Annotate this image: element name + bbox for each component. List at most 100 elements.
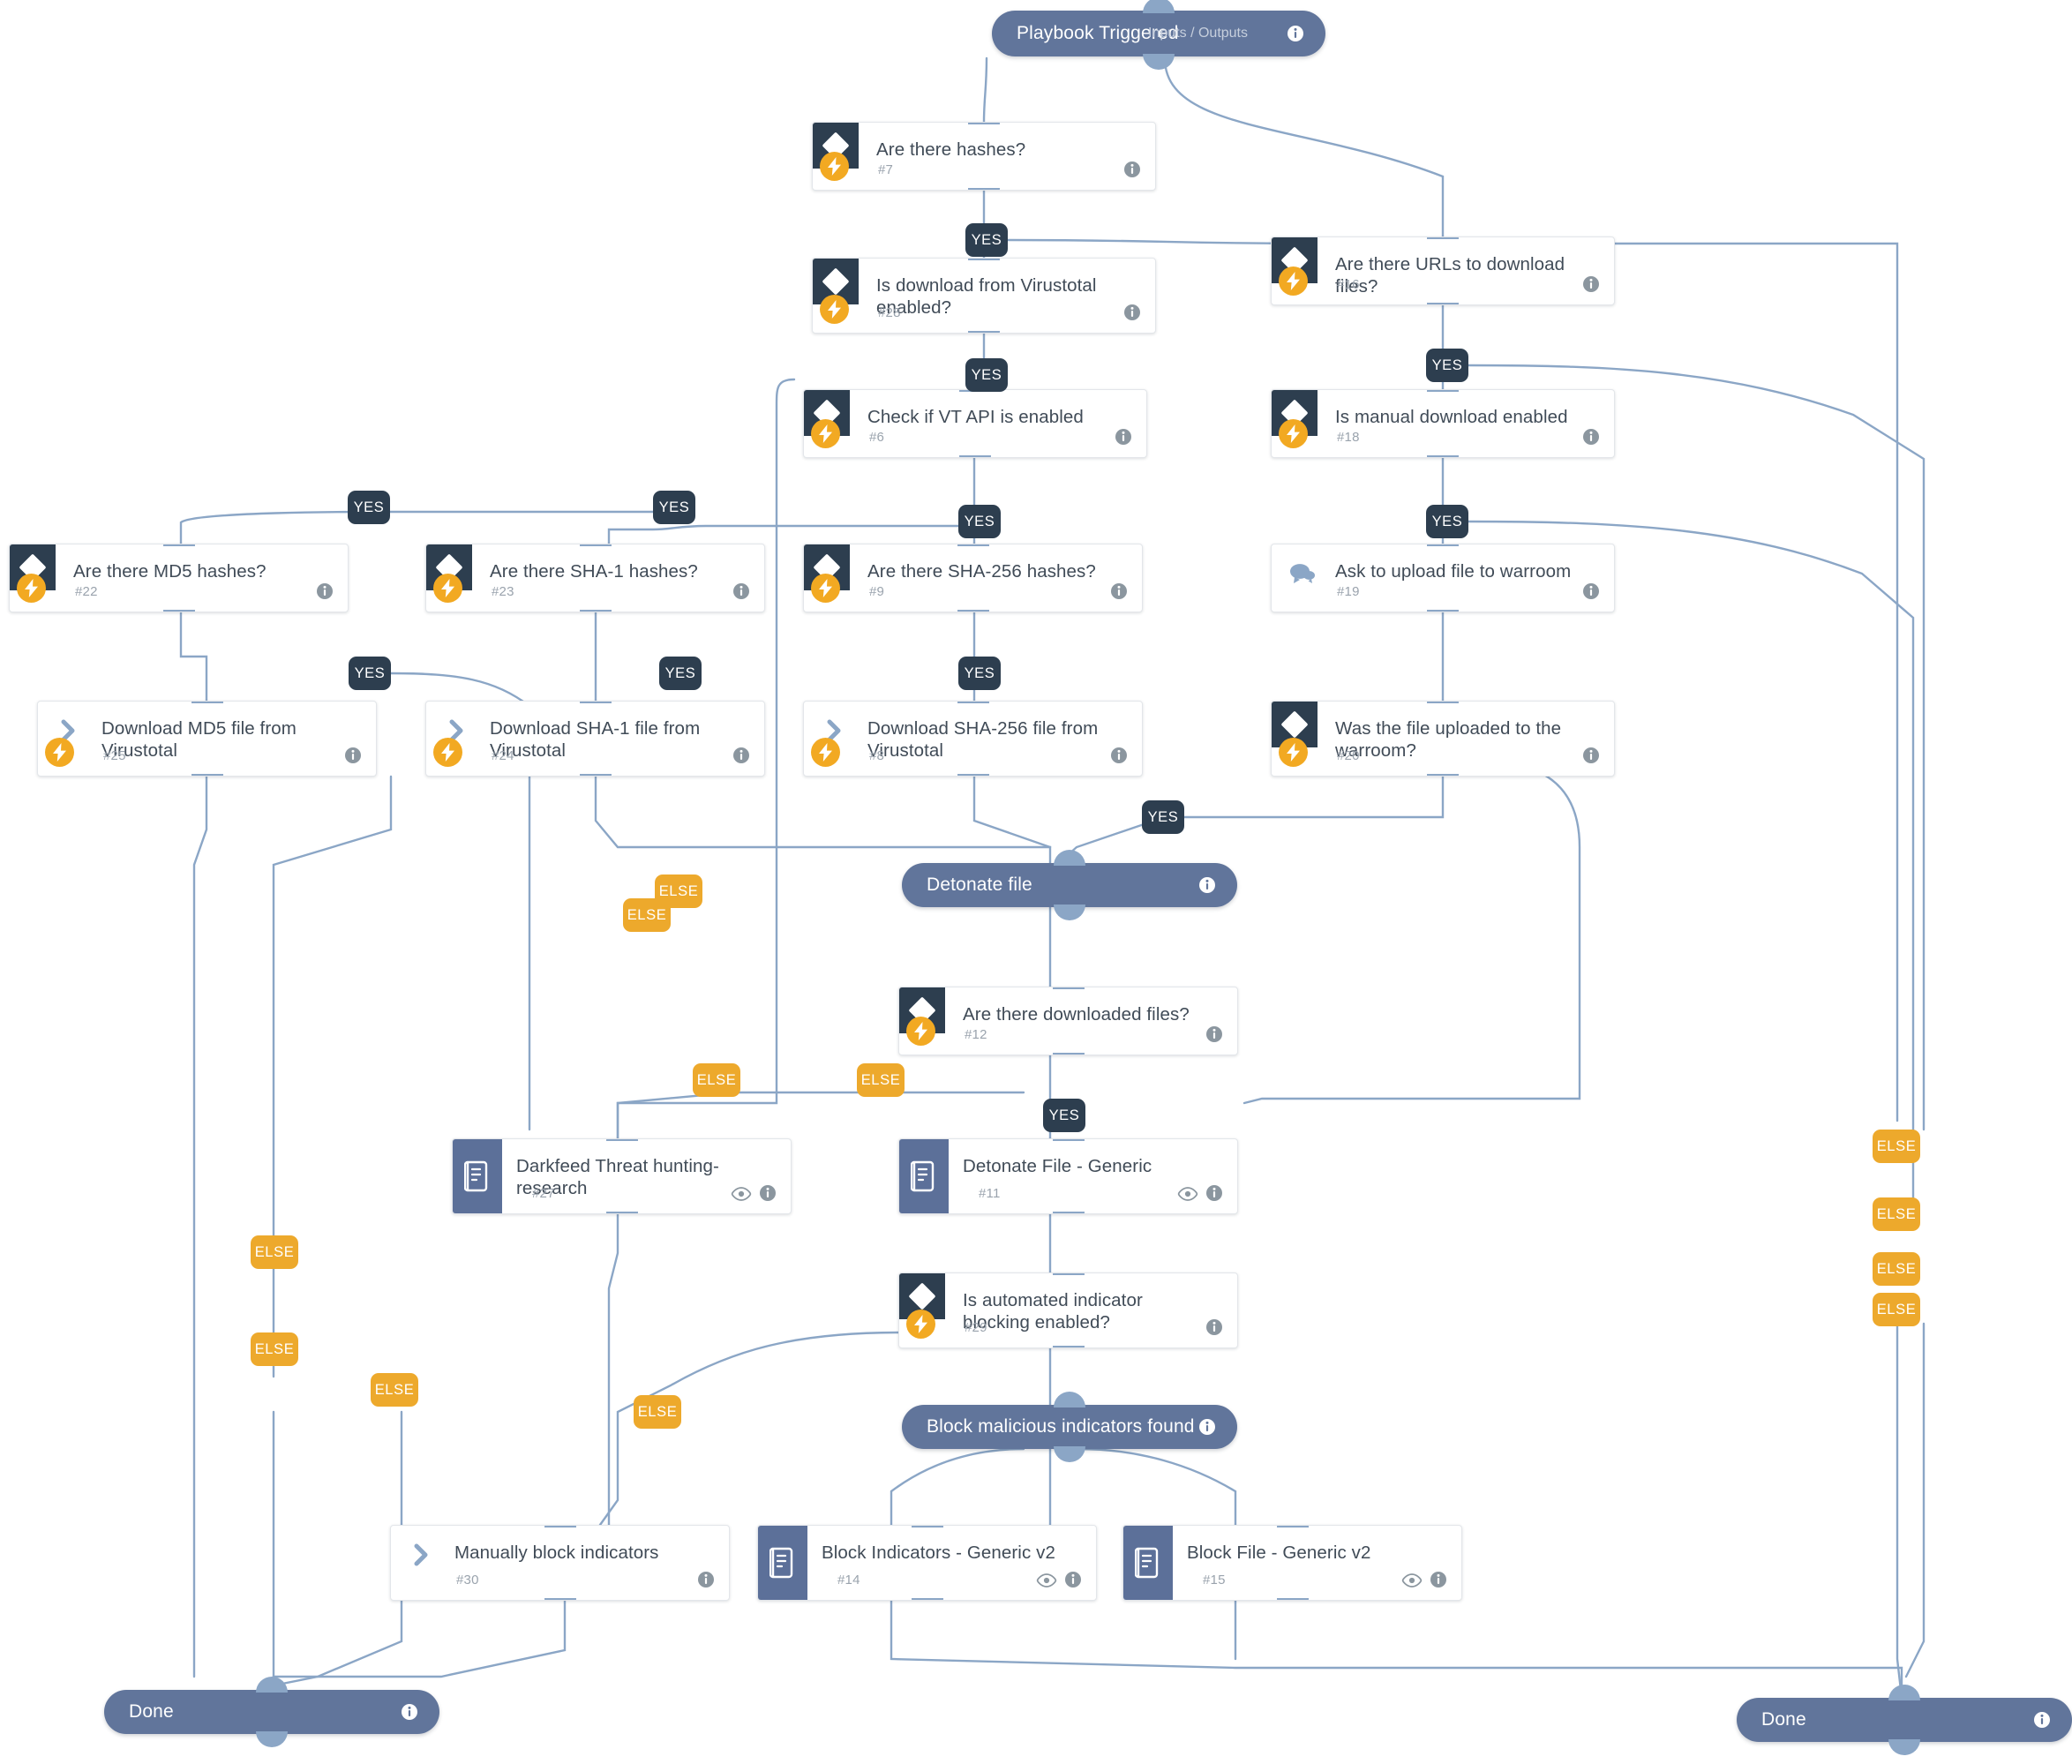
info-icon[interactable] [1198, 1418, 1216, 1436]
subplaybook-book-icon [453, 1139, 502, 1213]
flow-node-uploaded[interactable]: Was the file uploaded to the warroom? #20 [1271, 701, 1615, 777]
flow-node-manual_block[interactable]: Manually block indicators #30 [390, 1525, 730, 1601]
flow-node-urls[interactable]: Are there URLs to download files? #16 [1271, 236, 1615, 305]
node-title: Are there hashes? [876, 139, 1026, 160]
yes-branch-badge: YES [349, 657, 391, 690]
info-icon[interactable] [697, 1571, 715, 1588]
automation-bolt-icon [811, 574, 840, 603]
info-icon[interactable] [759, 1184, 777, 1202]
automation-bolt-icon [906, 1310, 935, 1339]
preview-eye-icon[interactable] [1036, 1573, 1057, 1588]
node-title: Is automated indicator blocking enabled? [963, 1290, 1143, 1332]
preview-eye-icon[interactable] [1177, 1187, 1198, 1201]
else-branch-badge: ELSE [693, 1063, 740, 1097]
flow-section-trigger[interactable]: Playbook Triggered Inputs / Outputs [992, 0, 1325, 70]
else-branch-badge: ELSE [1873, 1293, 1920, 1326]
node-title: Block Indicators - Generic v2 [822, 1543, 1055, 1563]
preview-eye-icon[interactable] [731, 1187, 752, 1201]
node-title: Check if VT API is enabled [867, 407, 1084, 427]
else-branch-badge: ELSE [1873, 1197, 1920, 1231]
flow-section-detonate_sec[interactable]: Detonate file [902, 850, 1237, 920]
flow-node-sha1[interactable]: Are there SHA-1 hashes? #23 [425, 544, 765, 612]
section-title: Detonate file [927, 874, 1032, 895]
info-icon[interactable] [401, 1703, 418, 1721]
subplaybook-book-icon [899, 1139, 949, 1213]
node-id: #16 [1337, 277, 1360, 292]
automation-bolt-icon [433, 574, 462, 603]
flow-node-md5[interactable]: Are there MD5 hashes? #22 [9, 544, 349, 612]
flow-section-block_sec[interactable]: Block malicious indicators found [902, 1392, 1237, 1462]
flow-node-vt_api[interactable]: Check if VT API is enabled #6 [803, 389, 1147, 458]
node-id: #18 [1337, 430, 1360, 445]
automation-bolt-icon [45, 738, 74, 767]
else-branch-badge: ELSE [1873, 1252, 1920, 1286]
node-title: Download SHA-256 file from Virustotal [867, 718, 1099, 761]
node-title: Download MD5 file from Virustotal [101, 718, 297, 761]
flow-section-done_left[interactable]: Done [104, 1677, 439, 1747]
node-title: Manually block indicators [454, 1543, 659, 1563]
info-icon[interactable] [1287, 25, 1304, 42]
node-id: #19 [1337, 584, 1360, 599]
automation-bolt-icon [433, 738, 462, 767]
info-icon[interactable] [1205, 1318, 1223, 1336]
info-icon[interactable] [1582, 428, 1600, 446]
yes-branch-badge: YES [1426, 505, 1468, 538]
info-icon[interactable] [732, 582, 750, 600]
preview-eye-icon[interactable] [1401, 1573, 1423, 1588]
flow-node-dl_files[interactable]: Are there downloaded files? #12 [898, 987, 1238, 1055]
else-branch-badge: ELSE [857, 1063, 905, 1097]
flow-node-dl_md5[interactable]: Download MD5 file from Virustotal #25 [37, 701, 377, 777]
node-id: #25 [103, 748, 126, 763]
flow-node-auto_block[interactable]: Is automated indicator blocking enabled?… [898, 1272, 1238, 1348]
flow-section-done_right[interactable]: Done [1737, 1685, 2072, 1755]
flow-node-hashes[interactable]: Are there hashes? #7 [812, 122, 1156, 191]
flow-node-dl_sha1[interactable]: Download SHA-1 file from Virustotal #24 [425, 701, 765, 777]
yes-branch-badge: YES [958, 505, 1001, 538]
automation-bolt-icon [17, 574, 46, 603]
info-icon[interactable] [1582, 582, 1600, 600]
info-icon[interactable] [1110, 582, 1128, 600]
info-icon[interactable] [1582, 747, 1600, 764]
info-icon[interactable] [1205, 1184, 1223, 1202]
yes-branch-badge: YES [965, 223, 1008, 257]
info-icon[interactable] [1198, 876, 1216, 894]
command-chevron-icon [410, 1543, 433, 1566]
info-icon[interactable] [1205, 1025, 1223, 1043]
playbook-canvas[interactable]: Playbook Triggered Inputs / Outputs Are th… [0, 0, 2072, 1764]
flow-node-vt_download[interactable]: Is download from Virustotal enabled? #28 [812, 258, 1156, 334]
node-id: #14 [837, 1573, 860, 1588]
flow-node-block_file[interactable]: Block File - Generic v2 #15 [1122, 1525, 1462, 1601]
info-icon[interactable] [732, 747, 750, 764]
node-title: Are there MD5 hashes? [73, 561, 267, 582]
section-title: Done [129, 1701, 174, 1722]
flow-node-ask_upload[interactable]: Ask to upload file to warroom #19 [1271, 544, 1615, 612]
info-icon[interactable] [344, 747, 362, 764]
yes-branch-badge: YES [659, 657, 702, 690]
flow-node-dl_sha256[interactable]: Download SHA-256 file from Virustotal #8 [803, 701, 1143, 777]
info-icon[interactable] [1115, 428, 1132, 446]
node-title: Block File - Generic v2 [1187, 1543, 1371, 1563]
info-icon[interactable] [316, 582, 334, 600]
info-icon[interactable] [1064, 1571, 1082, 1588]
else-branch-badge: ELSE [634, 1395, 681, 1429]
flow-node-block_ind[interactable]: Block Indicators - Generic v2 #14 [757, 1525, 1097, 1601]
node-title: Are there SHA-256 hashes? [867, 561, 1096, 582]
node-id: #22 [75, 584, 98, 599]
info-icon[interactable] [1123, 161, 1141, 178]
flow-node-manual_dl[interactable]: Is manual download enabled #18 [1271, 389, 1615, 458]
flow-node-detonate_gen[interactable]: Detonate File - Generic #11 [898, 1138, 1238, 1214]
info-icon[interactable] [1582, 275, 1600, 293]
node-id: #15 [1203, 1573, 1226, 1588]
node-title: Detonate File - Generic [963, 1156, 1152, 1176]
flow-node-darkfeed[interactable]: Darkfeed Threat hunting-research #27 [452, 1138, 792, 1214]
info-icon[interactable] [1430, 1571, 1447, 1588]
info-icon[interactable] [1123, 304, 1141, 321]
section-subtitle: Inputs / Outputs [1148, 26, 1248, 41]
flow-node-sha256[interactable]: Are there SHA-256 hashes? #9 [803, 544, 1143, 612]
automation-bolt-icon [811, 738, 840, 767]
info-icon[interactable] [1110, 747, 1128, 764]
info-icon[interactable] [2033, 1711, 2051, 1729]
node-id: #12 [965, 1027, 987, 1042]
else-branch-badge: ELSE [251, 1235, 298, 1269]
chat-bubble-icon [1289, 562, 1316, 585]
